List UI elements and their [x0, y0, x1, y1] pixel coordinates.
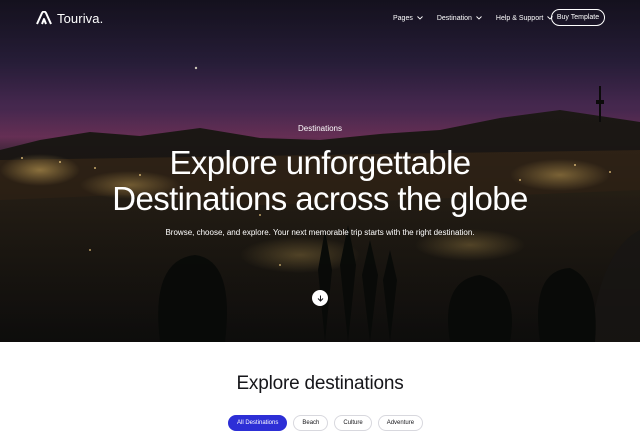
- scroll-down-button[interactable]: [312, 290, 328, 306]
- hero-subtitle: Browse, choose, and explore. Your next m…: [165, 228, 475, 237]
- brand-name: Touriva.: [57, 10, 104, 26]
- filter-adventure[interactable]: Adventure: [377, 415, 424, 431]
- menu-item-label: Help & Support: [495, 14, 544, 22]
- buy-template-button[interactable]: Buy Template: [551, 9, 605, 26]
- arrow-down-icon: [317, 295, 323, 302]
- menu-item-label: Pages: [393, 14, 413, 22]
- hero-section: Touriva. Pages Destination Help & Suppor…: [0, 0, 640, 342]
- hero-headline-line-1: Explore unforgettable: [169, 144, 471, 181]
- touriva-logo-icon: [36, 11, 52, 25]
- destination-filters: All Destinations Beach Culture Adventure: [228, 415, 424, 431]
- hero-headline-line-2: Destinations across the globe: [112, 180, 528, 217]
- menu-item-destination[interactable]: Destination: [437, 15, 482, 22]
- hero-eyebrow: Destinations: [297, 124, 343, 133]
- main-menu: Pages Destination Help & Support: [393, 0, 554, 36]
- chevron-down-icon: [476, 16, 482, 20]
- menu-item-label: Destination: [436, 14, 472, 22]
- brand-logo[interactable]: Touriva.: [36, 11, 103, 26]
- top-navigation: Touriva. Pages Destination Help & Suppor…: [0, 0, 640, 36]
- filter-culture[interactable]: Culture: [334, 415, 372, 431]
- chevron-down-icon: [417, 16, 423, 20]
- filter-all-destinations[interactable]: All Destinations: [228, 415, 288, 431]
- explore-destinations-title: Explore destinations: [236, 373, 404, 394]
- menu-item-pages[interactable]: Pages: [393, 15, 423, 22]
- menu-item-help-support[interactable]: Help & Support: [495, 14, 554, 22]
- filter-beach[interactable]: Beach: [293, 415, 329, 431]
- hero-headline: Explore unforgettable Destinations acros…: [0, 145, 640, 217]
